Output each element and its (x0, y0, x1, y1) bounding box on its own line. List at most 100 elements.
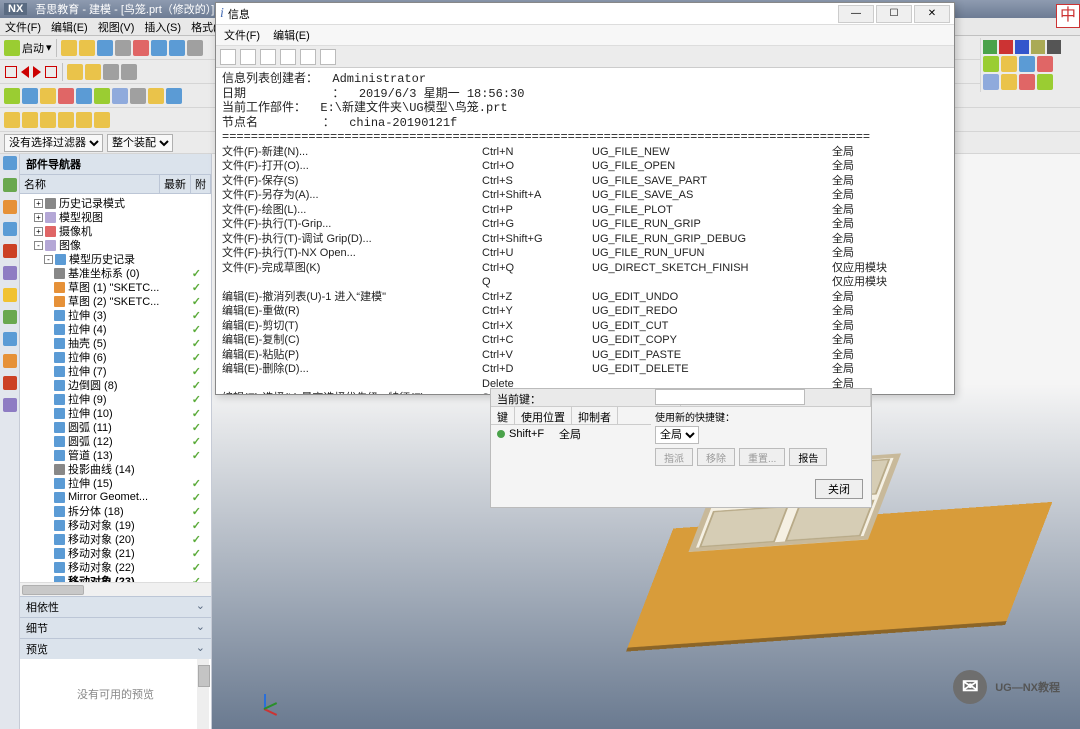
tree-item[interactable]: +模型视图 (20, 210, 211, 224)
iso-icon[interactable] (94, 112, 110, 128)
res-icon[interactable] (3, 398, 17, 412)
cube-icon[interactable] (112, 88, 128, 104)
res-icon[interactable] (3, 200, 17, 214)
cube-icon[interactable] (148, 88, 164, 104)
expand-icon[interactable]: + (34, 199, 43, 208)
cube-icon[interactable] (40, 88, 56, 104)
res-icon[interactable] (3, 288, 17, 302)
iso-icon[interactable] (4, 112, 20, 128)
tool-icon[interactable] (115, 40, 131, 56)
tree-item[interactable]: 草图 (1) "SKETC...✓ (20, 280, 211, 294)
undo-icon[interactable] (133, 40, 149, 56)
vscroll[interactable] (197, 659, 209, 729)
tree-item[interactable]: -模型历史记录 (20, 252, 211, 266)
col-att[interactable]: 附 (191, 175, 211, 193)
info-body[interactable]: 信息列表创建者： Administrator 日期 ： 2019/6/3 星期一… (216, 68, 954, 394)
res-icon[interactable] (3, 156, 17, 170)
tree-item[interactable]: 抽壳 (5)✓ (20, 336, 211, 350)
tree-item[interactable]: 边倒圆 (8)✓ (20, 378, 211, 392)
tree-item[interactable]: 圆弧 (12)✓ (20, 434, 211, 448)
cube-icon[interactable] (166, 88, 182, 104)
swatch[interactable] (1047, 40, 1061, 54)
tree-item[interactable]: 拉伸 (7)✓ (20, 364, 211, 378)
panel-preview[interactable]: 预览⌄ (20, 639, 211, 659)
res-icon[interactable] (3, 332, 17, 346)
hotkey-row[interactable]: Shift+F 全局 (491, 425, 651, 443)
rtool-icon[interactable] (1001, 56, 1017, 72)
tree-item[interactable]: 拆分体 (18)✓ (20, 504, 211, 518)
tree-item[interactable]: 移动对象 (19)✓ (20, 518, 211, 532)
cube-icon[interactable] (76, 88, 92, 104)
swatch[interactable] (1031, 40, 1045, 54)
col-name[interactable]: 名称 (20, 175, 160, 193)
cube-icon[interactable] (22, 88, 38, 104)
iso-icon[interactable] (58, 112, 74, 128)
expand-icon[interactable]: + (34, 213, 43, 222)
filter-select-2[interactable]: 整个装配 (107, 134, 173, 152)
save-icon[interactable] (97, 40, 113, 56)
menu-edit[interactable]: 编辑(E) (46, 19, 93, 35)
close-button[interactable]: ✕ (914, 5, 950, 23)
vcr-first-icon[interactable] (5, 66, 17, 78)
ime-indicator[interactable]: 中 (1056, 4, 1080, 28)
rtool-icon[interactable] (1037, 56, 1053, 72)
tool-icon[interactable] (79, 40, 95, 56)
res-icon[interactable] (3, 244, 17, 258)
tree-item[interactable]: 拉伸 (15)✓ (20, 476, 211, 490)
info-tool-icon[interactable] (240, 49, 256, 65)
tree-item[interactable]: 管道 (13)✓ (20, 448, 211, 462)
res-icon[interactable] (3, 178, 17, 192)
report-button[interactable]: 报告 (789, 448, 827, 466)
tree-item[interactable]: 拉伸 (9)✓ (20, 392, 211, 406)
info-tool-icon[interactable] (300, 49, 316, 65)
panel-deps[interactable]: 相依性⌄ (20, 597, 211, 617)
info-menu-edit[interactable]: 编辑(E) (273, 30, 310, 42)
assign-button[interactable]: 指派 (655, 448, 693, 466)
res-icon[interactable] (3, 266, 17, 280)
swatch[interactable] (983, 40, 997, 54)
expand-icon[interactable]: - (34, 241, 43, 250)
minimize-button[interactable]: — (838, 5, 874, 23)
tool-icon[interactable] (187, 40, 203, 56)
menu-insert[interactable]: 插入(S) (139, 19, 186, 35)
info-titlebar[interactable]: i 信息 — ☐ ✕ (216, 3, 954, 25)
tree-item[interactable]: +历史记录模式 (20, 196, 211, 210)
iso-icon[interactable] (40, 112, 56, 128)
tool-icon[interactable] (61, 40, 77, 56)
sketch-icon[interactable] (983, 74, 999, 90)
rtool-icon[interactable] (1019, 56, 1035, 72)
vcr-prev-icon[interactable] (21, 66, 29, 78)
cube-icon[interactable] (4, 88, 20, 104)
tree-item[interactable]: -图像 (20, 238, 211, 252)
info-tool-icon[interactable] (220, 49, 236, 65)
hotkey-close-button[interactable]: 关闭 (815, 479, 863, 499)
cube-icon[interactable] (94, 88, 110, 104)
tool-icon[interactable] (121, 64, 137, 80)
tree-item[interactable]: 拉伸 (3)✓ (20, 308, 211, 322)
maximize-button[interactable]: ☐ (876, 5, 912, 23)
res-icon[interactable] (3, 376, 17, 390)
iso-icon[interactable] (76, 112, 92, 128)
panel-details[interactable]: 细节⌄ (20, 618, 211, 638)
filter-select-1[interactable]: 没有选择过滤器 (4, 134, 103, 152)
expand-icon[interactable]: + (34, 227, 43, 236)
sketch-icon[interactable] (1001, 74, 1017, 90)
tree-item[interactable]: 拉伸 (4)✓ (20, 322, 211, 336)
rtool-icon[interactable] (983, 56, 999, 72)
tool-icon[interactable] (67, 64, 83, 80)
hotkey-scope-select[interactable]: 全局 (655, 426, 699, 444)
tree-item[interactable]: 移动对象 (22)✓ (20, 560, 211, 574)
tree-item[interactable]: Mirror Geomet...✓ (20, 490, 211, 504)
res-icon[interactable] (3, 310, 17, 324)
tool-icon[interactable] (169, 40, 185, 56)
tree-item[interactable]: 拉伸 (6)✓ (20, 350, 211, 364)
hotkey-input[interactable] (655, 389, 805, 405)
info-tool-icon[interactable] (260, 49, 276, 65)
swatch[interactable] (1015, 40, 1029, 54)
res-icon[interactable] (3, 222, 17, 236)
vcr-last-icon[interactable] (45, 66, 57, 78)
info-menu-file[interactable]: 文件(F) (224, 30, 260, 42)
cube-icon[interactable] (130, 88, 146, 104)
start-button[interactable]: 启动 (22, 40, 44, 56)
tool-icon[interactable] (103, 64, 119, 80)
